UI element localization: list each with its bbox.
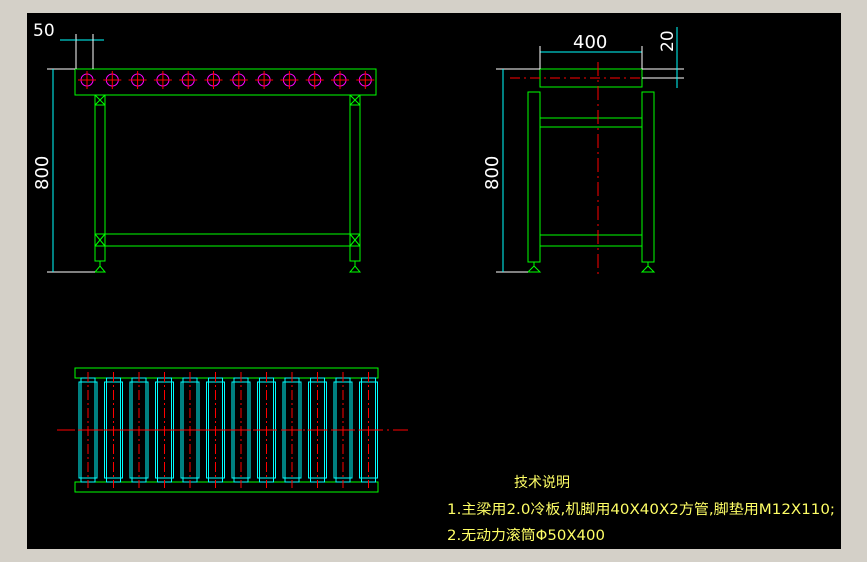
side-dim-height-label: 800 bbox=[482, 156, 503, 190]
side-lower-crossbar bbox=[539, 234, 643, 247]
front-cross-bar bbox=[104, 233, 351, 247]
front-top-beam bbox=[74, 68, 377, 96]
plan-roller bbox=[154, 372, 175, 488]
front-dim-height-label: 800 bbox=[32, 156, 53, 190]
front-feet bbox=[93, 261, 362, 273]
side-dim-top-label: 20 bbox=[658, 30, 678, 52]
plan-roller bbox=[231, 372, 251, 488]
plan-roller bbox=[103, 372, 124, 488]
side-left-post-outer bbox=[527, 91, 541, 263]
side-view: 400 20 800 bbox=[482, 27, 684, 275]
front-roller bbox=[204, 71, 223, 89]
front-roller bbox=[331, 71, 349, 89]
plan-roller bbox=[129, 372, 149, 488]
front-roller bbox=[179, 71, 198, 89]
side-dim-width: 400 bbox=[539, 32, 643, 69]
notes-line-1: 1.主梁用2.0冷板,机脚用40X40X2方管,脚垫用M12X110; bbox=[447, 502, 835, 518]
front-rollers bbox=[78, 71, 375, 89]
side-dim-height: 800 bbox=[482, 68, 540, 273]
plan-roller bbox=[256, 372, 277, 488]
front-roller bbox=[255, 71, 274, 89]
front-dim-height: 800 bbox=[32, 68, 95, 273]
front-dim-pitch-label: 50 bbox=[33, 21, 55, 41]
side-dim-width-label: 400 bbox=[573, 32, 607, 53]
front-joint-marks bbox=[94, 94, 361, 247]
plan-roller bbox=[180, 372, 200, 488]
front-roller bbox=[229, 71, 248, 89]
front-roller bbox=[153, 71, 172, 89]
side-feet bbox=[526, 262, 656, 273]
plan-top-beam bbox=[74, 367, 379, 379]
plan-roller bbox=[78, 372, 98, 488]
plan-view bbox=[57, 367, 408, 493]
front-dim-pitch: 50 bbox=[33, 21, 104, 69]
front-roller bbox=[356, 71, 375, 89]
plan-roller bbox=[333, 372, 353, 488]
plan-roller bbox=[358, 372, 379, 488]
front-roller bbox=[280, 71, 299, 89]
notes-line-2: 2.无动力滚筒Φ50X400 bbox=[447, 527, 605, 544]
side-dim-top: 20 bbox=[642, 27, 684, 88]
side-right-post-outer bbox=[641, 91, 655, 263]
notes-title: 技术说明 bbox=[514, 475, 570, 491]
plan-roller bbox=[282, 372, 302, 488]
plan-bottom-beam bbox=[74, 481, 379, 493]
technical-notes: 技术说明 1.主梁用2.0冷板,机脚用40X40X2方管,脚垫用M12X110;… bbox=[447, 475, 835, 544]
front-roller bbox=[78, 71, 96, 89]
front-roller bbox=[128, 71, 147, 89]
front-roller bbox=[103, 71, 122, 89]
cad-drawing: 50 800 400 20 800 技术说明 1.主梁用2.0冷板,机脚用40X… bbox=[32, 21, 835, 544]
front-view: 50 800 bbox=[32, 21, 377, 273]
front-roller bbox=[305, 71, 324, 89]
plan-roller bbox=[205, 372, 226, 488]
side-upper-crossbar bbox=[539, 117, 643, 128]
plan-roller bbox=[307, 372, 328, 488]
